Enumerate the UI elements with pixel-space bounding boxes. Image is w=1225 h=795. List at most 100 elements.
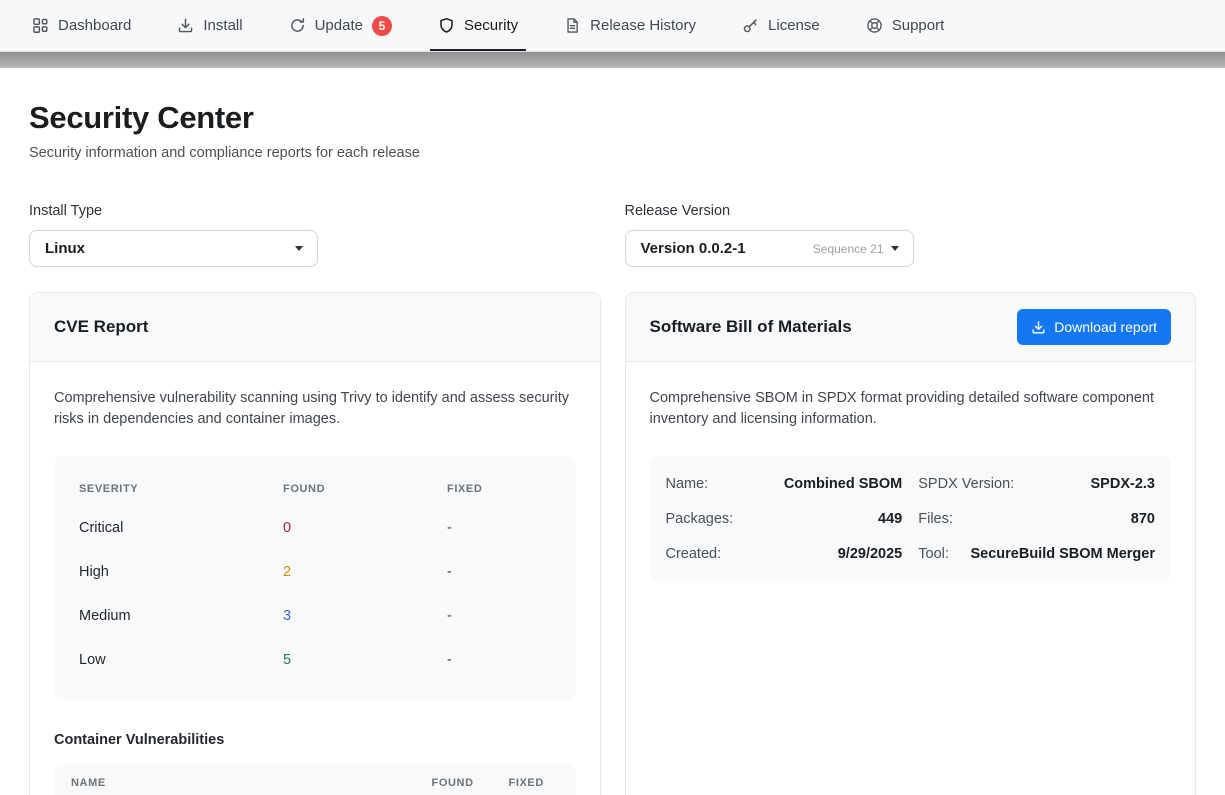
download-report-label: Download report — [1054, 319, 1157, 335]
field-value: SecureBuild SBOM Merger — [970, 545, 1155, 562]
sbom-body: Comprehensive SBOM in SPDX format provid… — [626, 362, 1196, 605]
filters-row: Install Type Linux Release Version Versi… — [29, 203, 1196, 267]
chevron-down-icon — [890, 246, 899, 251]
install-type-filter: Install Type Linux — [29, 203, 601, 267]
install-type-label: Install Type — [29, 203, 103, 219]
nav-label: License — [768, 17, 820, 34]
field-label: Name: — [665, 475, 709, 492]
nav-item-dashboard[interactable]: Dashboard — [30, 0, 133, 51]
severity-name: High — [79, 564, 109, 580]
field-label: Files: — [918, 510, 953, 527]
field-value: 449 — [878, 510, 903, 527]
field-value: 870 — [1130, 510, 1155, 527]
download-report-button[interactable]: Download report — [1017, 309, 1171, 345]
release-version-filter: Release Version Version 0.0.2-1 Sequence… — [624, 203, 1197, 267]
release-sequence-label: Sequence 21 — [812, 241, 884, 256]
sbom-spdx-version-field: SPDX Version: SPDX-2.3 — [918, 466, 1155, 501]
found-count: 5 — [283, 652, 292, 668]
sbom-card: Software Bill of Materials Download repo… — [624, 292, 1196, 795]
table-row: Packages: 449 Files: 870 — [666, 501, 1156, 536]
sbom-details: Name: Combined SBOM SPDX Version: SPDX-2… — [649, 456, 1171, 581]
sbom-title: Software Bill of Materials — [649, 317, 852, 336]
install-type-select[interactable]: Linux — [29, 230, 318, 267]
field-value: Combined SBOM — [783, 475, 903, 492]
severity-name: Critical — [79, 520, 124, 536]
nav-label: Release History — [590, 17, 697, 34]
severity-table-header: Severity Found Fixed — [79, 472, 552, 506]
nav-item-support[interactable]: Support — [864, 0, 947, 51]
field-value: 9/29/2025 — [837, 545, 903, 562]
sbom-header: Software Bill of Materials Download repo… — [625, 293, 1195, 362]
nav-label: Dashboard — [58, 17, 132, 34]
security-center-page: Dashboard Install Update 5 Security Rele… — [0, 0, 1225, 795]
page-subtitle: Security information and compliance repo… — [29, 145, 420, 161]
severity-name: Low — [79, 652, 106, 668]
cards-row: CVE Report Comprehensive vulnerability s… — [29, 292, 1196, 795]
nav-item-security[interactable]: Security — [429, 0, 527, 51]
chevron-down-icon — [295, 246, 303, 251]
fixed-count: - — [447, 520, 452, 536]
table-row: Created: 9/29/2025 Tool: SecureBuild SBO… — [666, 536, 1156, 571]
nav-label: Install — [203, 17, 243, 34]
cve-report-card: CVE Report Comprehensive vulnerability s… — [29, 292, 601, 795]
nav-label: Update — [314, 17, 363, 34]
nav-shadow-strip — [0, 52, 1225, 68]
update-count-badge: 5 — [371, 15, 392, 36]
field-label: SPDX Version: — [918, 475, 1015, 492]
found-count: 0 — [283, 520, 292, 536]
fixed-column-header: Fixed — [447, 483, 483, 495]
life-ring-icon — [866, 17, 883, 34]
sbom-description: Comprehensive SBOM in SPDX format provid… — [649, 390, 1155, 427]
main-content: Security Center Security information and… — [0, 68, 1225, 795]
nav-item-update[interactable]: Update 5 — [287, 0, 394, 51]
found-column-header: Found — [431, 777, 474, 789]
found-count: 2 — [283, 564, 292, 580]
sbom-created-field: Created: 9/29/2025 — [666, 536, 903, 571]
nav-label: Support — [891, 17, 945, 34]
fixed-column-header: Fixed — [508, 777, 544, 789]
top-nav: Dashboard Install Update 5 Security Rele… — [0, 0, 1225, 52]
install-type-value: Linux — [45, 240, 85, 257]
severity-name: Medium — [79, 608, 131, 624]
nav-label: Security — [463, 17, 519, 34]
key-icon — [742, 17, 759, 34]
table-row: High 2 - — [79, 550, 552, 594]
fixed-count: - — [447, 564, 452, 580]
refresh-icon — [289, 17, 306, 34]
release-version-select[interactable]: Version 0.0.2-1 Sequence 21 — [624, 230, 914, 267]
grid-icon — [32, 17, 49, 34]
page-title: Security Center — [29, 100, 254, 135]
sbom-tool-field: Tool: SecureBuild SBOM Merger — [918, 536, 1155, 571]
field-value: SPDX-2.3 — [1090, 475, 1155, 492]
table-row: Name: Combined SBOM SPDX Version: SPDX-2… — [666, 466, 1156, 501]
container-vulnerabilities-title: Container Vulnerabilities — [54, 732, 225, 748]
release-version-value: Version 0.0.2-1 — [640, 240, 746, 257]
nav-item-license[interactable]: License — [740, 0, 822, 51]
field-label: Tool: — [918, 545, 949, 562]
found-column-header: Found — [283, 483, 326, 495]
cve-report-title: CVE Report — [54, 317, 149, 336]
download-icon — [177, 17, 194, 34]
cve-report-body: Comprehensive vulnerability scanning usi… — [30, 362, 600, 795]
fixed-count: - — [447, 608, 452, 624]
cve-report-header: CVE Report — [30, 293, 600, 362]
download-icon — [1031, 320, 1046, 335]
name-column-header: Name — [71, 777, 106, 789]
nav-item-release-history[interactable]: Release History — [562, 0, 698, 51]
container-table-header: Name Found Fixed — [54, 764, 576, 795]
severity-column-header: Severity — [79, 483, 139, 495]
severity-table: Severity Found Fixed Critical 0 - High 2 — [54, 456, 576, 700]
release-version-label: Release Version — [624, 203, 731, 219]
table-row: Critical 0 - — [79, 506, 552, 550]
field-label: Packages: — [665, 510, 734, 527]
sbom-name-field: Name: Combined SBOM — [666, 466, 903, 501]
cve-report-description: Comprehensive vulnerability scanning usi… — [54, 390, 569, 427]
sbom-files-field: Files: 870 — [918, 501, 1155, 536]
field-label: Created: — [665, 545, 722, 562]
sbom-packages-field: Packages: 449 — [666, 501, 903, 536]
fixed-count: - — [447, 652, 452, 668]
table-row: Low 5 - — [79, 638, 552, 682]
file-text-icon — [564, 17, 581, 34]
found-count: 3 — [283, 608, 292, 624]
nav-item-install[interactable]: Install — [175, 0, 244, 51]
